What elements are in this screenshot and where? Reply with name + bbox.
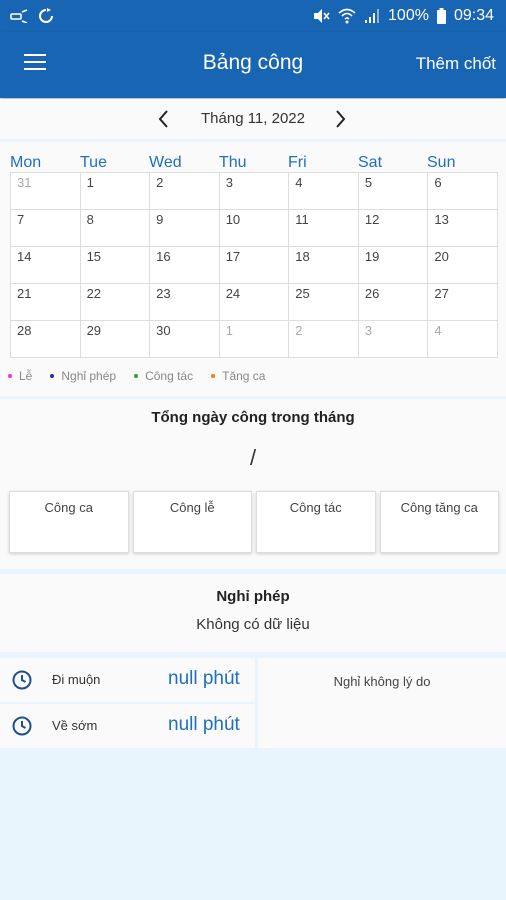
legend-label: Nghỉ phép	[61, 369, 117, 383]
legend-label: Lễ	[19, 369, 33, 383]
calendar-day[interactable]: 1	[219, 321, 290, 358]
calendar-grid: 31 1 2 3 4 5 6 7 8 9 10 11 12 13 14 15 16 17 18 19 20 21 22 23 2…	[10, 172, 498, 358]
calendar-day[interactable]: 2	[289, 321, 359, 358]
summary-tiles: Công ca Công lễ Công tác Công tăng ca	[9, 491, 499, 553]
unexcused-absence-card: Nghỉ không lý do	[258, 658, 506, 748]
calendar-day[interactable]: 4	[289, 173, 359, 210]
add-checkpoint-button[interactable]: Thêm chốt	[416, 54, 496, 74]
calendar-day[interactable]: 25	[289, 284, 359, 321]
calendar-day[interactable]: 20	[428, 247, 498, 284]
summary-tile: Công tăng ca	[379, 491, 499, 553]
calendar-day[interactable]: 31	[11, 173, 81, 210]
calendar: Mon Tue Wed Thu Fri Sat Sun 31 1 2 3 4 5 6 7 8 9 10 11 12 1…	[0, 142, 506, 396]
weekday-label: Thu	[219, 154, 247, 171]
legend-item: Công tác	[134, 368, 193, 384]
calendar-day[interactable]: 1	[80, 173, 151, 210]
status-bar: 100% 09:34	[0, 0, 506, 32]
summary-heading: Tổng ngày công trong tháng	[151, 409, 355, 426]
calendar-day[interactable]: 14	[11, 247, 81, 284]
weekday-label: Sat	[358, 154, 383, 171]
calendar-day[interactable]: 18	[289, 247, 359, 284]
calendar-day[interactable]: 13	[428, 210, 498, 247]
early-leave-label: Về sớm	[52, 718, 98, 733]
calendar-day[interactable]: 19	[358, 247, 429, 284]
legend-label: Tăng ca	[222, 369, 266, 383]
clock-icon	[12, 716, 32, 736]
calendar-day[interactable]: 21	[11, 284, 81, 321]
calendar-day[interactable]: 7	[11, 210, 81, 247]
legend-dot	[134, 374, 139, 378]
weekday-label: Tue	[80, 154, 107, 171]
app-bar: Bảng công Thêm chốt	[0, 32, 506, 98]
early-leave-value: null phút	[168, 714, 240, 735]
calendar-day[interactable]: 26	[358, 284, 429, 321]
calendar-day[interactable]: 23	[150, 284, 220, 321]
calendar-day[interactable]: 27	[428, 284, 498, 321]
clock-icon	[12, 670, 32, 690]
calendar-day[interactable]: 10	[219, 210, 290, 247]
mute-icon	[314, 9, 330, 23]
weekday-label: Mon	[10, 154, 42, 171]
legend-item: Lễ	[8, 368, 32, 384]
calendar-day[interactable]: 2	[150, 173, 220, 210]
calendar-day[interactable]: 8	[80, 210, 151, 247]
weekday-label: Fri	[288, 154, 307, 171]
leave-empty-text: Không có dữ liệu	[196, 616, 310, 633]
calendar-day[interactable]: 3	[358, 321, 429, 358]
monthly-summary: Tổng ngày công trong tháng / Công ca Công…	[0, 399, 506, 569]
calendar-legend: Lễ Nghỉ phép Công tác Tăng ca	[8, 368, 498, 384]
late-label: Đi muộn	[52, 672, 101, 687]
summary-tile: Công ca	[9, 491, 129, 553]
early-leave-card: Về sớm null phút	[0, 704, 255, 748]
calendar-day[interactable]: 12	[358, 210, 429, 247]
calendar-day[interactable]: 11	[289, 210, 359, 247]
wifi-icon	[338, 8, 356, 24]
chevron-right-icon[interactable]	[330, 107, 350, 131]
calendar-day[interactable]: 3	[219, 173, 290, 210]
summary-tile: Công tác	[256, 491, 376, 553]
signal-icon	[365, 9, 380, 23]
calendar-day[interactable]: 30	[150, 321, 220, 358]
calendar-day[interactable]: 4	[428, 321, 498, 358]
calendar-day[interactable]: 17	[219, 247, 290, 284]
legend-dot	[8, 374, 12, 378]
leave-heading: Nghỉ phép	[216, 588, 290, 605]
calendar-day[interactable]: 16	[150, 247, 220, 284]
wireless-debug-icon	[10, 9, 28, 23]
calendar-day[interactable]: 28	[11, 321, 81, 358]
calendar-day[interactable]: 5	[358, 173, 429, 210]
summary-tile: Công lễ	[132, 491, 252, 553]
legend-label: Công tác	[145, 369, 194, 383]
weekday-header: Mon Tue Wed Thu Fri Sat Sun	[0, 154, 506, 172]
calendar-day[interactable]: 29	[80, 321, 151, 358]
calendar-day[interactable]: 9	[150, 210, 220, 247]
late-value: null phút	[168, 668, 240, 689]
legend-item: Nghỉ phép	[50, 368, 116, 384]
summary-value: /	[249, 445, 257, 470]
legend-dot	[211, 374, 216, 378]
battery-percent: 100%	[388, 7, 429, 24]
calendar-day[interactable]: 24	[219, 284, 290, 321]
clock-time: 09:34	[453, 7, 494, 24]
month-navigator: Tháng 11, 2022	[0, 99, 506, 139]
leave-section: Nghỉ phép Không có dữ liệu	[0, 574, 506, 652]
legend-dot	[50, 374, 55, 378]
month-label: Tháng 11, 2022	[201, 110, 305, 127]
late-card: Đi muộn null phút	[0, 658, 255, 702]
calendar-day[interactable]: 15	[80, 247, 151, 284]
weekday-label: Sun	[427, 154, 456, 171]
battery-icon	[436, 8, 446, 24]
legend-item: Tăng ca	[211, 368, 265, 384]
unexcused-absence-label: Nghỉ không lý do	[333, 674, 431, 689]
weekday-label: Wed	[149, 154, 182, 171]
sync-icon	[39, 8, 53, 23]
calendar-day[interactable]: 22	[80, 284, 151, 321]
calendar-day[interactable]: 6	[428, 173, 498, 210]
